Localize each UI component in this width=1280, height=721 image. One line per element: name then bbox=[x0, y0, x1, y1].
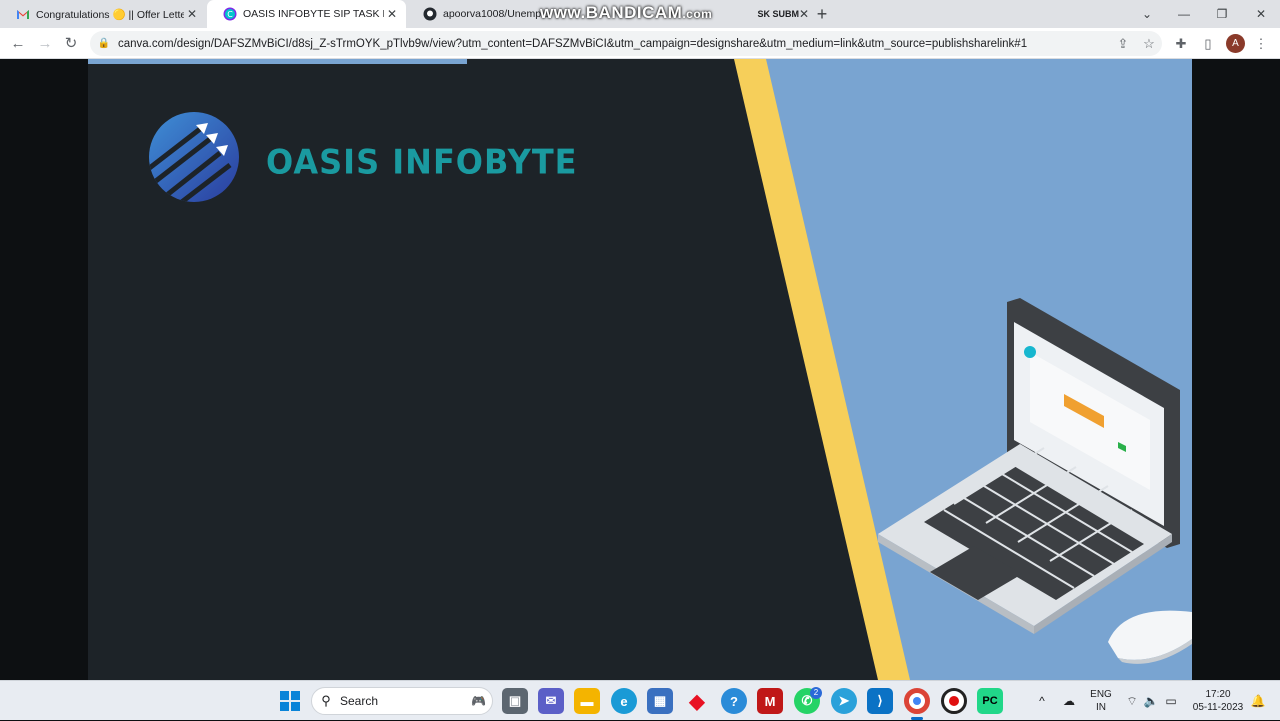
laptop-illustration bbox=[878, 298, 1192, 664]
task-view-icon[interactable]: ▣ bbox=[502, 688, 528, 714]
watermark-suffix: .com bbox=[682, 7, 713, 21]
windows-start-icon[interactable] bbox=[280, 691, 300, 711]
clock-time: 17:20 bbox=[1205, 689, 1231, 700]
new-tab-button[interactable]: + bbox=[812, 4, 832, 24]
reload-icon[interactable]: ↻ bbox=[60, 33, 82, 55]
canva-icon: C bbox=[223, 7, 237, 21]
close-tab-icon[interactable]: ✕ bbox=[799, 7, 809, 21]
close-window-button[interactable]: ✕ bbox=[1242, 0, 1280, 28]
back-arrow-icon[interactable]: ← bbox=[7, 33, 29, 55]
edge-browser-icon[interactable]: e bbox=[611, 688, 637, 714]
search-placeholder: Search bbox=[340, 694, 379, 708]
clock[interactable]: 17:20 05-11-2023 bbox=[1188, 681, 1248, 721]
profile-avatar[interactable]: A bbox=[1226, 34, 1245, 53]
pycharm-icon[interactable]: PC bbox=[977, 688, 1003, 714]
telegram-icon[interactable]: ➤ bbox=[831, 688, 857, 714]
teams-chat-icon[interactable]: ✉ bbox=[538, 688, 564, 714]
bookmark-star-icon[interactable]: ☆ bbox=[1136, 36, 1162, 52]
language-code: ENG bbox=[1090, 689, 1112, 700]
browser-toolbar: ← → ↻ 🔒 canva.com/design/DAFSZMvBiCI/d8s… bbox=[0, 28, 1280, 59]
tab-title: Congratulations 🟡 || Offer Lette bbox=[36, 8, 184, 21]
gmail-icon bbox=[17, 10, 29, 19]
office-diamond-icon[interactable]: ◆ bbox=[684, 688, 710, 714]
presentation-slide: OASIS INFOBYTE bbox=[88, 59, 1192, 680]
tab-oasis-task-list[interactable]: C OASIS INFOBYTE SIP TASK LIST ✕ bbox=[207, 0, 406, 28]
tab-title: apoorva1008/Unemplo bbox=[443, 8, 550, 20]
wifi-icon[interactable]: ⌔ bbox=[1124, 693, 1140, 709]
windows-taskbar: ⚲ Search 🎮 ▣ ✉ ▬ e ▦ ◆ ? M ✆ 2 ➤ ⟩ PC ^ … bbox=[0, 680, 1280, 720]
vscode-icon[interactable]: ⟩ bbox=[867, 688, 893, 714]
watermark-text: www.BANDICAM bbox=[540, 3, 683, 22]
bandicam-watermark: www.BANDICAM.com bbox=[540, 3, 712, 23]
show-hidden-icons-chevron-icon[interactable]: ^ bbox=[1034, 693, 1050, 709]
browser-tab-strip: Congratulations 🟡 || Offer Lette ✕ C OAS… bbox=[0, 0, 1280, 28]
canva-viewer: OASIS INFOBYTE bbox=[0, 59, 1280, 680]
notification-bell-icon[interactable]: 🔔 bbox=[1250, 693, 1266, 709]
clock-date: 05-11-2023 bbox=[1192, 702, 1244, 713]
search-icon: ⚲ bbox=[321, 693, 331, 708]
tab-search-chevron-icon[interactable]: ⌄ bbox=[1128, 0, 1166, 28]
search-highlight-icon: 🎮 bbox=[471, 694, 486, 708]
file-explorer-icon[interactable]: ▬ bbox=[574, 688, 600, 714]
address-bar[interactable]: 🔒 canva.com/design/DAFSZMvBiCI/d8sj_Z-sT… bbox=[90, 31, 1162, 56]
close-tab-icon[interactable]: ✕ bbox=[184, 7, 200, 21]
battery-icon[interactable]: ▭ bbox=[1163, 693, 1179, 709]
chrome-icon[interactable] bbox=[904, 688, 930, 714]
restore-button[interactable]: ❐ bbox=[1203, 0, 1241, 28]
weather-icon[interactable]: ? bbox=[721, 688, 747, 714]
tab-title: OASIS INFOBYTE SIP TASK LIST bbox=[243, 8, 384, 20]
lock-icon[interactable]: 🔒 bbox=[90, 38, 118, 49]
volume-icon[interactable]: 🔈 bbox=[1143, 693, 1159, 709]
whatsapp-badge: 2 bbox=[810, 687, 822, 699]
minimize-button[interactable]: — bbox=[1165, 0, 1203, 28]
tab-gmail[interactable]: Congratulations 🟡 || Offer Lette ✕ bbox=[0, 0, 206, 28]
bandicam-record-icon[interactable] bbox=[941, 688, 967, 714]
brand-title: OASIS INFOBYTE bbox=[266, 142, 578, 182]
side-panel-icon[interactable]: ▯ bbox=[1197, 33, 1219, 55]
forward-arrow-icon[interactable]: → bbox=[34, 33, 56, 55]
svg-text:C: C bbox=[227, 10, 233, 19]
extensions-puzzle-icon[interactable]: ✚ bbox=[1170, 33, 1192, 55]
microsoft-store-icon[interactable]: ▦ bbox=[647, 688, 673, 714]
taskbar-search-box[interactable]: ⚲ Search 🎮 bbox=[311, 687, 493, 715]
menu-kebab-icon[interactable]: ⋮ bbox=[1250, 33, 1272, 55]
onedrive-cloud-icon[interactable]: ☁ bbox=[1061, 693, 1077, 709]
url-text[interactable]: canva.com/design/DAFSZMvBiCI/d8sj_Z-sTrm… bbox=[118, 38, 1110, 50]
share-icon[interactable]: ⇪ bbox=[1110, 36, 1136, 52]
language-indicator[interactable]: ENG IN bbox=[1088, 681, 1114, 721]
region-code: IN bbox=[1096, 702, 1106, 713]
close-tab-icon[interactable]: ✕ bbox=[384, 7, 400, 21]
oasis-logo-icon bbox=[149, 112, 239, 202]
github-icon bbox=[423, 7, 437, 21]
mcafee-icon[interactable]: M bbox=[757, 688, 783, 714]
